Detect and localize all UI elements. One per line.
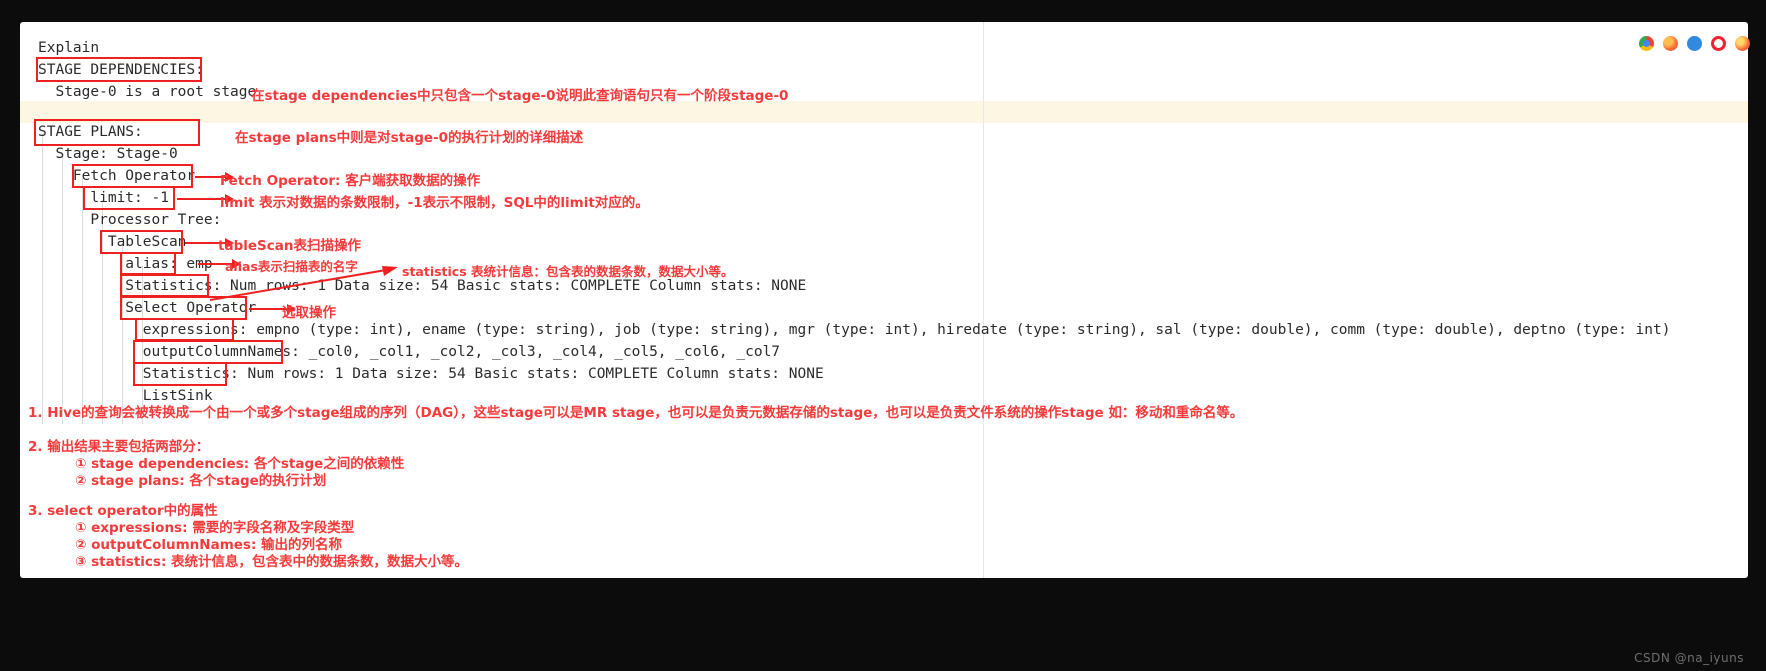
annotation-fetch-operator: Fetch Operator: 客户端获取数据的操作	[220, 173, 481, 189]
column-separator	[983, 22, 984, 578]
highlighted-row	[20, 101, 1748, 123]
plan-line-tablescan: TableScan	[38, 234, 187, 250]
watermark: CSDN @na_iyuns	[1634, 651, 1744, 665]
annotation-select-operator: 选取操作	[282, 305, 336, 321]
plan-line-limit: limit: -1	[38, 190, 169, 206]
annotation-tablescan: tableScan表扫描操作	[218, 238, 361, 254]
annotation-limit: limit 表示对数据的条数限制，-1表示不限制，SQL中的limit对应的。	[220, 195, 649, 211]
plan-line-expressions: expressions: empno (type: int), ename (t…	[38, 322, 1671, 338]
note-2b: ② stage plans: 各个stage的执行计划	[75, 473, 327, 489]
plan-line-stage-0: Stage: Stage-0	[38, 146, 178, 162]
plan-line-fetch-operator: Fetch Operator	[38, 168, 196, 184]
plan-line-root-stage: Stage-0 is a root stage	[38, 84, 257, 100]
blue-dot-icon[interactable]	[1687, 36, 1702, 51]
plan-line-stage-dependencies: STAGE DEPENDENCIES:	[38, 62, 204, 78]
annotation-stage-dependencies: 在stage dependencies中只包含一个stage-0说明此查询语句只…	[251, 88, 789, 104]
plan-line-output-column-names: outputColumnNames: _col0, _col1, _col2, …	[38, 344, 781, 360]
firefox-icon[interactable]	[1663, 36, 1678, 51]
opera-icon[interactable]	[1711, 36, 1726, 51]
note-3c: ③ statistics: 表统计信息，包含表中的数据条数，数据大小等。	[75, 554, 469, 570]
plan-line-select-operator: Select Operator	[38, 300, 257, 316]
annotation-alias: alias表示扫描表的名字	[225, 259, 358, 274]
plan-line-stage-plans: STAGE PLANS:	[38, 124, 143, 140]
chrome-icon[interactable]	[1639, 36, 1654, 51]
annotation-stage-plans: 在stage plans中则是对stage-0的执行计划的详细描述	[235, 130, 584, 146]
plan-line-processor-tree: Processor Tree:	[38, 212, 222, 228]
plan-line-alias: alias: emp	[38, 256, 213, 272]
plan-line-explain: Explain	[38, 40, 100, 56]
annotation-statistics: statistics 表统计信息：包含表的数据条数，数据大小等。	[402, 264, 734, 279]
plan-line-statistics-2: Statistics: Num rows: 1 Data size: 54 Ba…	[38, 366, 824, 382]
document-page: Explain STAGE DEPENDENCIES: Stage-0 is a…	[20, 22, 1748, 578]
firefox-dev-icon[interactable]	[1735, 36, 1750, 51]
screenshot-root: Explain STAGE DEPENDENCIES: Stage-0 is a…	[0, 0, 1766, 671]
browser-icons	[1639, 36, 1750, 51]
note-1: 1. Hive的查询会被转换成一个由一个或多个stage组成的序列（DAG），这…	[28, 405, 1244, 421]
